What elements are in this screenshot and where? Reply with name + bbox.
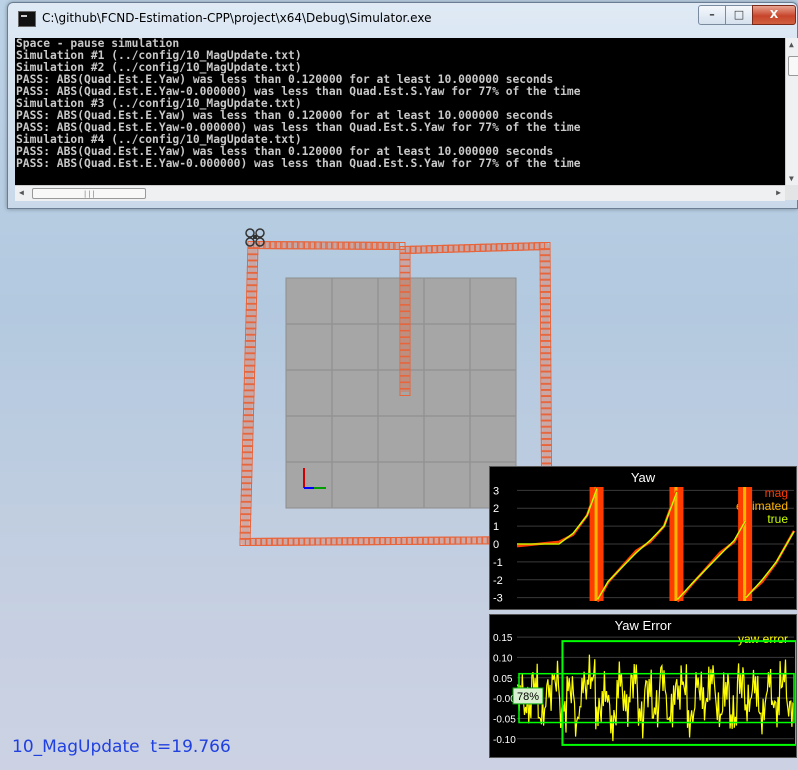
sim-time: t=19.766 xyxy=(150,737,231,757)
yaw-error-tick-label: 0.15 xyxy=(493,633,513,644)
yaw-chart-title: Yaw xyxy=(631,470,656,485)
scroll-up-icon[interactable]: ▲ xyxy=(789,40,794,49)
console-window[interactable]: C:\github\FCND-Estimation-CPP\project\x6… xyxy=(7,2,798,209)
close-button[interactable]: X xyxy=(752,5,796,25)
yaw-wrap-mark xyxy=(743,487,747,601)
horizontal-scrollbar[interactable]: ◀ ||| ▶ xyxy=(15,185,785,201)
yaw-tick-label: 2 xyxy=(493,503,499,515)
yaw-wrap-mark xyxy=(594,487,598,601)
yaw-tick-label: -1 xyxy=(493,557,503,569)
percent-label: 78% xyxy=(517,691,539,703)
maximize-button[interactable]: □ xyxy=(725,5,753,25)
scroll-left-icon[interactable]: ◀ xyxy=(19,188,24,197)
console-app-icon xyxy=(18,11,36,27)
yaw-error-chart-title: Yaw Error xyxy=(615,618,672,633)
scrollbar-corner xyxy=(785,185,798,200)
yaw-plot[interactable]: Yaw 3 2 1 0 -1 -2 -3 mag estimated true xyxy=(489,466,797,610)
window-titlebar[interactable]: C:\github\FCND-Estimation-CPP\project\x6… xyxy=(8,3,797,33)
window-title: C:\github\FCND-Estimation-CPP\project\x6… xyxy=(42,11,432,25)
vertical-scroll-thumb[interactable] xyxy=(788,56,798,76)
scroll-right-icon[interactable]: ▶ xyxy=(776,188,781,197)
yaw-error-tick-label: 0.05 xyxy=(493,674,513,685)
yaw-error-tick-label: -0.05 xyxy=(493,714,516,725)
yaw-error-legend: yaw error xyxy=(738,632,788,646)
yaw-error-chart: Yaw Error0.150.100.05-0.00-0.05-0.10yaw … xyxy=(493,618,798,746)
yaw-legend-true: true xyxy=(767,512,788,526)
yaw-tick-label: 3 xyxy=(493,485,499,497)
horizontal-scroll-thumb[interactable]: ||| xyxy=(32,188,146,199)
minimize-button[interactable]: – xyxy=(698,5,726,25)
scenario-status: 10_MagUpdate t=19.766 xyxy=(12,737,231,757)
yaw-wrap-mark xyxy=(674,487,678,601)
yaw-tick-label: 0 xyxy=(493,539,499,551)
yaw-chart: Yaw3210-1-2-3magestimatedtrue xyxy=(493,470,796,605)
yaw-tick-label: -2 xyxy=(493,575,503,587)
yaw-error-tick-label: -0.10 xyxy=(493,735,516,746)
vertical-scrollbar[interactable]: ▲ ▼ xyxy=(785,38,798,185)
yaw-tick-label: 1 xyxy=(493,521,499,533)
scroll-down-icon[interactable]: ▼ xyxy=(789,174,794,183)
yaw-legend-mag: mag xyxy=(765,486,788,500)
console-output[interactable]: Space - pause simulation Simulation #1 (.… xyxy=(15,38,785,185)
scenario-name: 10_MagUpdate xyxy=(12,737,140,757)
yaw-tick-label: -3 xyxy=(493,593,503,605)
console-line: PASS: ABS(Quad.Est.E.Yaw-0.000000) was l… xyxy=(16,157,581,170)
yaw-error-tick-label: 0.10 xyxy=(493,653,513,664)
yaw-error-plot[interactable]: Yaw Error 0.15 0.10 0.05 -0.00 -0.05 -0.10 yaw … xyxy=(489,614,798,758)
